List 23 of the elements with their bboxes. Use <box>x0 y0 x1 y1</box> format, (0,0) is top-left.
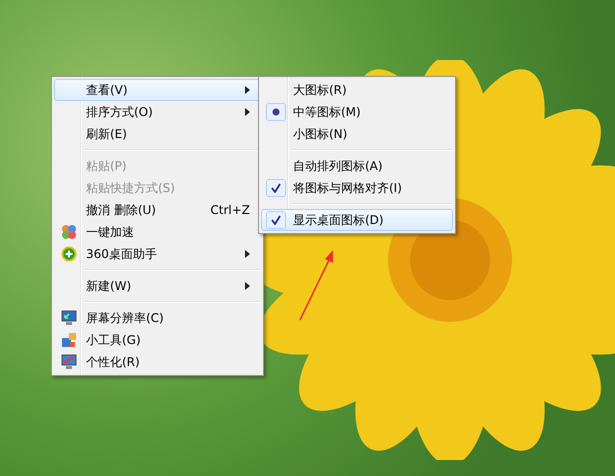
arrow <box>299 250 333 320</box>
menu-item[interactable]: 中等图标(M) <box>261 101 453 123</box>
plus-badge-icon <box>60 246 76 262</box>
menu-item[interactable]: 查看(V) <box>54 79 261 101</box>
menu-item[interactable]: 排序方式(O) <box>54 101 261 123</box>
shortcut-text: Ctrl+Z <box>210 203 250 217</box>
menu-item[interactable]: 撤消 删除(U) Ctrl+Z <box>54 199 261 221</box>
menu-item[interactable]: 大图标(R) <box>261 79 453 101</box>
menu-item[interactable]: 将图标与网格对齐(I) <box>261 177 453 199</box>
menu-item[interactable]: 小图标(N) <box>261 123 453 145</box>
gadget-icon <box>60 332 76 348</box>
menu-item[interactable]: 一键加速 <box>54 221 261 243</box>
menu-item[interactable]: 刷新(E) <box>54 123 261 145</box>
balls-icon <box>60 224 76 240</box>
menu-item[interactable]: 显示桌面图标(D) <box>261 209 453 231</box>
menu-item[interactable]: 个性化(R) <box>54 351 261 373</box>
monitor-icon <box>60 354 76 370</box>
menu-item[interactable]: 自动排列图标(A) <box>261 155 453 177</box>
menu-item[interactable]: 小工具(G) <box>54 329 261 351</box>
menu-item[interactable]: 屏幕分辨率(C) <box>54 307 261 329</box>
monitor-icon <box>60 310 76 326</box>
menu-item[interactable]: 新建(W) <box>54 275 261 297</box>
menu-item[interactable]: 360桌面助手 <box>54 243 261 265</box>
